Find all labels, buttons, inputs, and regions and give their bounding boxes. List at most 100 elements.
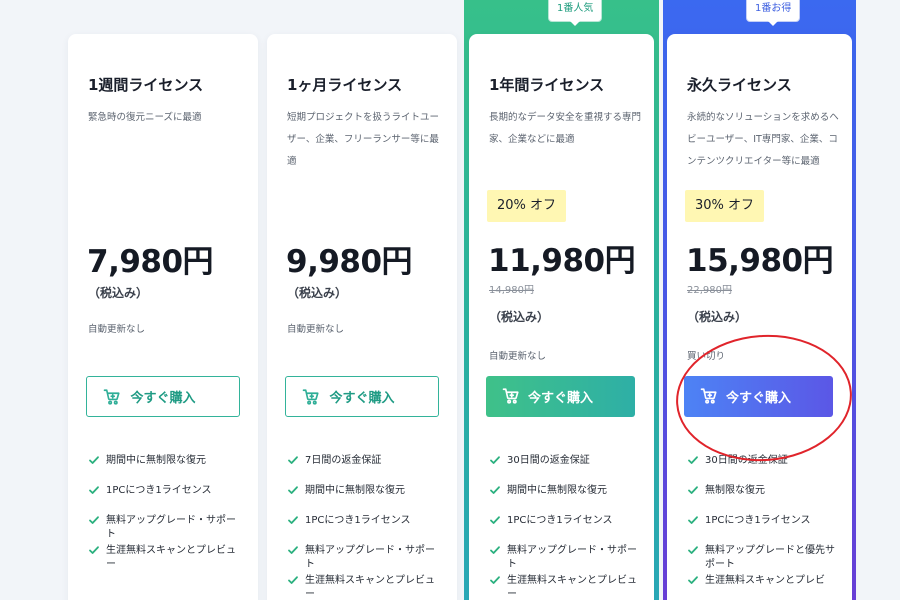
buy-now-label: 今すぐ購入 — [725, 391, 791, 406]
feature-text: 1PCにつき1ライセンス — [106, 485, 212, 496]
check-icon — [490, 456, 500, 464]
feature-text: 1PCにつき1ライセンス — [705, 515, 811, 526]
feature-text: 無料アップグレードと優先サポート — [705, 545, 835, 570]
buy-now-button[interactable]: 今すぐ購入 — [684, 376, 833, 417]
tax-note: （税込み） — [287, 286, 348, 300]
feature-item: 生涯無料スキャンとプレビュー — [88, 544, 241, 574]
check-icon — [288, 486, 298, 494]
feature-item: 無料アップグレード・サポート — [489, 544, 642, 574]
plan-description: 短期プロジェクトを扱うライトユーザー、企業、フリーランサー等に最適 — [287, 112, 440, 167]
check-icon — [89, 546, 99, 554]
feature-text: 期間中に無制限な復元 — [507, 485, 607, 496]
feature-text: 生涯無料スキャンとプレビュー — [106, 545, 236, 570]
cart-icon — [302, 389, 319, 405]
feature-item: 無制限な復元 — [687, 484, 840, 514]
check-icon — [89, 456, 99, 464]
check-icon — [288, 546, 298, 554]
check-icon — [288, 576, 298, 584]
feature-list: 30日間の返金保証 期間中に無制限な復元 1PCにつき1ライセンス 無料アップグ… — [489, 454, 642, 600]
check-icon — [688, 486, 698, 494]
renewal-note: 自動更新なし — [287, 324, 345, 335]
feature-text: 7日間の返金保証 — [305, 455, 382, 466]
feature-text: 無料アップグレード・サポート — [106, 515, 236, 540]
feature-list: 30日間の返金保証 無制限な復元 1PCにつき1ライセンス 無料アップグレードと… — [687, 454, 840, 600]
discount-badge: 30% オフ — [685, 190, 765, 222]
tax-note: （税込み） — [687, 310, 748, 324]
feature-item: 1PCにつき1ライセンス — [687, 514, 840, 544]
feature-item: 30日間の返金保証 — [489, 454, 642, 484]
buy-now-label: 今すぐ購入 — [329, 391, 395, 406]
plan-price: 15,980円 — [686, 243, 834, 279]
plan-title: 1ヶ月ライセンス — [287, 76, 403, 94]
feature-item: 無料アップグレード・サポート — [287, 544, 440, 574]
buy-now-button[interactable]: 今すぐ購入 — [285, 376, 439, 417]
feature-item: 1PCにつき1ライセンス — [287, 514, 440, 544]
feature-list: 期間中に無制限な復元 1PCにつき1ライセンス 無料アップグレード・サポート 生… — [88, 454, 241, 574]
plan-card-yearly: 1年間ライセンス 長期的なデータ安全を重視する専門家、企業などに最適 20% オ… — [469, 34, 654, 600]
plan-price: 7,980円 — [87, 244, 214, 280]
feature-text: 無制限な復元 — [705, 485, 765, 496]
feature-text: 無料アップグレード・サポート — [305, 545, 435, 570]
cart-icon — [502, 388, 519, 404]
check-icon — [688, 516, 698, 524]
plan-description: 長期的なデータ安全を重視する専門家、企業などに最適 — [489, 112, 642, 145]
best-value-ribbon: 1番お得 — [746, 0, 801, 26]
plan-card-monthly: 1ヶ月ライセンス 短期プロジェクトを扱うライトユーザー、企業、フリーランサー等に… — [267, 34, 457, 600]
plan-price: 9,980円 — [286, 244, 413, 280]
feature-text: 無料アップグレード・サポート — [507, 545, 637, 570]
feature-text: 期間中に無制限な復元 — [305, 485, 405, 496]
renewal-note: 自動更新なし — [489, 351, 547, 362]
tax-note: （税込み） — [88, 286, 149, 300]
plan-description: 緊急時の復元ニーズに最適 — [88, 112, 202, 123]
check-icon — [89, 486, 99, 494]
feature-item: 期間中に無制限な復元 — [287, 484, 440, 514]
feature-text: 生涯無料スキャンとプレビュー — [507, 575, 637, 600]
plan-title: 1年間ライセンス — [489, 76, 605, 94]
buy-now-label: 今すぐ購入 — [130, 391, 196, 406]
feature-text: 1PCにつき1ライセンス — [305, 515, 411, 526]
check-icon — [688, 456, 698, 464]
check-icon — [688, 576, 698, 584]
renewal-note: 買い切り — [687, 351, 726, 362]
plan-card-weekly: 1週間ライセンス 緊急時の復元ニーズに最適 7,980円 （税込み） 自動更新な… — [68, 34, 258, 600]
check-icon — [288, 516, 298, 524]
feature-text: 1PCにつき1ライセンス — [507, 515, 613, 526]
check-icon — [688, 546, 698, 554]
feature-item: 生涯無料スキャンとプレビュー — [287, 574, 440, 600]
feature-text: 30日間の返金保証 — [507, 455, 590, 466]
feature-item: 1PCにつき1ライセンス — [489, 514, 642, 544]
feature-list: 7日間の返金保証 期間中に無制限な復元 1PCにつき1ライセンス 無料アップグレ… — [287, 454, 440, 600]
plan-description: 永続的なソリューションを求めるヘビーユーザー、IT専門家、企業、コンテンツクリエ… — [687, 112, 839, 167]
buy-now-button[interactable]: 今すぐ購入 — [486, 376, 635, 417]
check-icon — [490, 486, 500, 494]
renewal-note: 自動更新なし — [88, 324, 146, 335]
original-price: 14,980円 — [489, 285, 534, 296]
feature-item: 生涯無料スキャンとプレビュー — [489, 574, 642, 600]
popular-ribbon: 1番人気 — [548, 0, 603, 26]
plan-title: 永久ライセンス — [687, 76, 792, 94]
plan-card-lifetime: 永久ライセンス 永続的なソリューションを求めるヘビーユーザー、IT専門家、企業、… — [667, 34, 852, 600]
cart-icon — [103, 389, 120, 405]
pricing-page: 1番人気 1番お得 1週間ライセンス 緊急時の復元ニーズに最適 7,980円 （… — [0, 0, 900, 600]
cart-icon — [700, 388, 717, 404]
check-icon — [288, 456, 298, 464]
feature-text: 30日間の返金保証 — [705, 455, 788, 466]
feature-item: 1PCにつき1ライセンス — [88, 484, 241, 514]
tax-note: （税込み） — [489, 310, 550, 324]
feature-item: 無料アップグレードと優先サポート — [687, 544, 840, 574]
feature-item: 30日間の返金保証 — [687, 454, 840, 484]
check-icon — [490, 546, 500, 554]
plan-price: 11,980円 — [488, 243, 636, 279]
feature-text: 生涯無料スキャンとプレビュー — [305, 575, 435, 600]
feature-item: 期間中に無制限な復元 — [489, 484, 642, 514]
buy-now-label: 今すぐ購入 — [527, 391, 593, 406]
feature-item: 生涯無料スキャンとプレビ — [687, 574, 840, 600]
check-icon — [490, 576, 500, 584]
buy-now-button[interactable]: 今すぐ購入 — [86, 376, 240, 417]
feature-item: 無料アップグレード・サポート — [88, 514, 241, 544]
feature-item: 期間中に無制限な復元 — [88, 454, 241, 484]
feature-text: 生涯無料スキャンとプレビ — [705, 575, 825, 586]
check-icon — [89, 516, 99, 524]
feature-text: 期間中に無制限な復元 — [106, 455, 206, 466]
discount-badge: 20% オフ — [487, 190, 567, 222]
